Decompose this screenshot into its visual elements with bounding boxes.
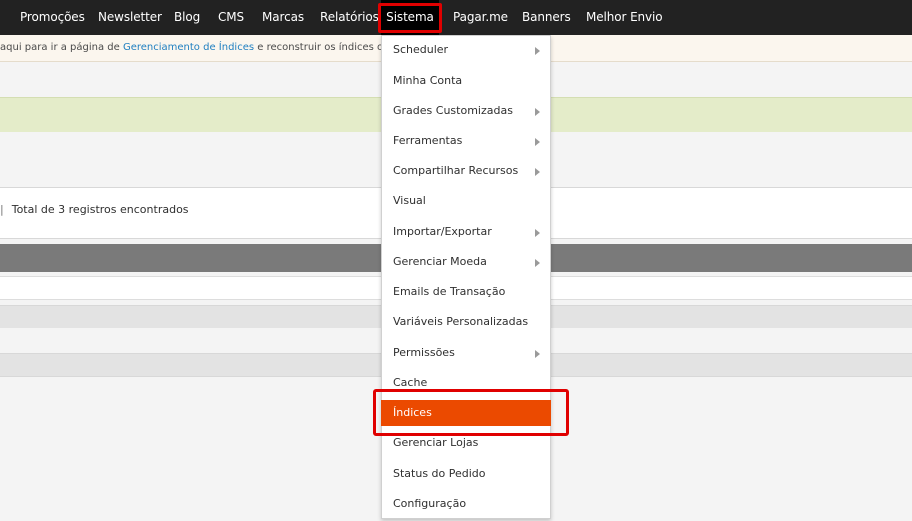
menu-item-label: Compartilhar Recursos: [393, 164, 519, 177]
submenu-arrow-icon: [535, 350, 540, 358]
menu-item-label: Status do Pedido: [393, 467, 486, 480]
nav-label: Blog: [174, 10, 201, 24]
menu-item-label: Gerenciar Moeda: [393, 255, 487, 268]
menu-item-indices[interactable]: Índices: [381, 400, 551, 426]
nav-item-newsletter[interactable]: Newsletter: [98, 0, 162, 35]
sistema-dropdown-menu: Scheduler Minha Conta Grades Customizada…: [381, 35, 551, 519]
menu-item-label: Visual: [393, 194, 426, 207]
nav-item-blog[interactable]: Blog: [174, 0, 200, 35]
menu-item-status-do-pedido[interactable]: Status do Pedido: [382, 461, 550, 487]
nav-label: Marcas: [262, 10, 304, 24]
top-navigation: Promoções Newsletter Blog CMS Marcas Rel…: [0, 0, 912, 35]
menu-item-emails-de-transacao[interactable]: Emails de Transação: [382, 279, 550, 305]
nav-item-cms[interactable]: CMS: [218, 0, 244, 35]
nav-label: Promoções: [20, 10, 85, 24]
nav-item-promocoes[interactable]: Promoções: [20, 0, 85, 35]
menu-item-gerenciar-lojas[interactable]: Gerenciar Lojas: [382, 430, 550, 456]
submenu-arrow-icon: [535, 138, 540, 146]
submenu-arrow-icon: [535, 47, 540, 55]
notice-text-before: aqui para ir a página de: [0, 42, 123, 53]
menu-item-scheduler[interactable]: Scheduler: [382, 37, 550, 63]
menu-item-label: Importar/Exportar: [393, 225, 492, 238]
nav-item-marcas[interactable]: Marcas: [262, 0, 304, 35]
nav-label: Sistema: [386, 10, 434, 24]
menu-item-compartilhar-recursos[interactable]: Compartilhar Recursos: [382, 158, 550, 184]
menu-item-configuracao[interactable]: Configuração: [382, 491, 550, 517]
nav-label: Melhor Envio: [586, 10, 663, 24]
submenu-arrow-icon: [535, 259, 540, 267]
menu-item-label: Emails de Transação: [393, 285, 506, 298]
notice-text: aqui para ir a página de Gerenciamento d…: [0, 35, 419, 61]
nav-item-sistema[interactable]: Sistema: [381, 0, 439, 35]
nav-label: CMS: [218, 10, 245, 24]
menu-item-label: Índices: [393, 406, 432, 419]
menu-item-gerenciar-moeda[interactable]: Gerenciar Moeda: [382, 249, 550, 275]
menu-item-label: Scheduler: [393, 43, 449, 56]
submenu-arrow-icon: [535, 229, 540, 237]
submenu-arrow-icon: [535, 108, 540, 116]
menu-item-grades-customizadas[interactable]: Grades Customizadas: [382, 98, 550, 124]
menu-item-cache[interactable]: Cache: [382, 370, 550, 396]
menu-item-label: Gerenciar Lojas: [393, 436, 479, 449]
nav-item-melhor-envio[interactable]: Melhor Envio: [586, 0, 663, 35]
menu-item-label: Variáveis Personalizadas: [393, 315, 529, 328]
index-management-link[interactable]: Gerenciamento de Índices: [123, 42, 254, 53]
submenu-arrow-icon: [535, 168, 540, 176]
nav-label: Newsletter: [98, 10, 162, 24]
menu-item-label: Permissões: [393, 346, 455, 359]
menu-item-label: Configuração: [393, 497, 467, 510]
menu-item-permissoes[interactable]: Permissões: [382, 340, 550, 366]
menu-item-visual[interactable]: Visual: [382, 188, 550, 214]
records-separator: |: [0, 203, 4, 216]
menu-item-variaveis-personalizadas[interactable]: Variáveis Personalizadas: [382, 309, 550, 335]
nav-item-pagarme[interactable]: Pagar.me: [453, 0, 508, 35]
menu-item-minha-conta[interactable]: Minha Conta: [382, 68, 550, 94]
menu-item-ferramentas[interactable]: Ferramentas: [382, 128, 550, 154]
nav-label: Relatórios: [320, 10, 379, 24]
records-total: Total de 3 registros encontrados: [11, 203, 189, 216]
menu-item-label: Ferramentas: [393, 134, 463, 147]
nav-item-banners[interactable]: Banners: [522, 0, 571, 35]
nav-label: Pagar.me: [453, 10, 508, 24]
menu-item-label: Grades Customizadas: [393, 104, 513, 117]
menu-item-label: Cache: [393, 376, 428, 389]
nav-label: Banners: [522, 10, 571, 24]
nav-item-relatorios[interactable]: Relatórios: [320, 0, 379, 35]
menu-item-importar-exportar[interactable]: Importar/Exportar: [382, 219, 550, 245]
records-count: | Total de 3 registros encontrados: [0, 203, 189, 216]
menu-item-label: Minha Conta: [393, 74, 463, 87]
